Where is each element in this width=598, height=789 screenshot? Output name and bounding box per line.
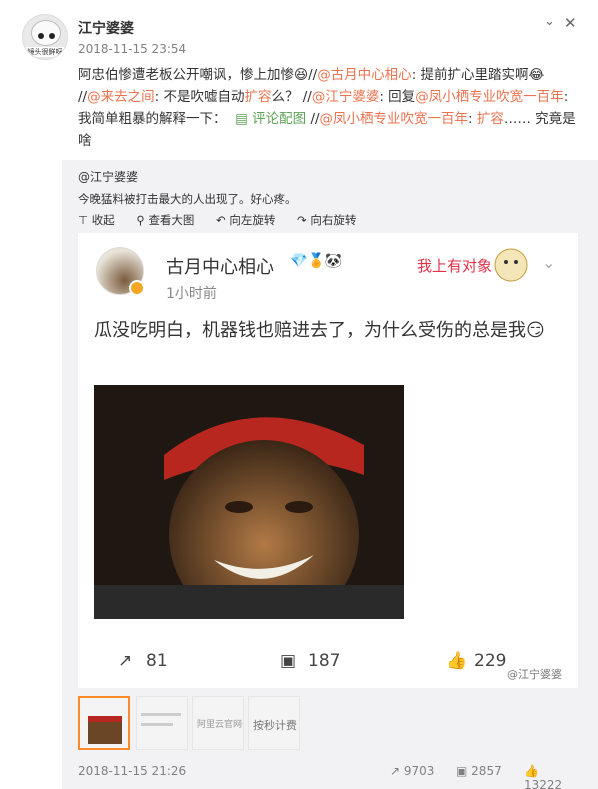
rotate-left-label: 向左旋转 xyxy=(229,213,276,227)
rotate-right-button[interactable]: ↷ 向右旋转 xyxy=(297,213,356,227)
post-text-segment: : 不是吹嘘自动 xyxy=(154,89,245,105)
thumbs-up-icon: 👍 xyxy=(446,651,468,671)
mention-link[interactable]: @江宁婆婆 xyxy=(312,89,380,105)
smirk-emoji-icon: 😏 xyxy=(526,320,545,341)
post-text-segment: 阿忠伯惨遭老板公开嘲讽，惨上加惨 xyxy=(78,67,294,83)
close-icon[interactable]: ✕ xyxy=(564,14,577,32)
rotate-left-icon: ↶ xyxy=(216,213,226,227)
embedded-comments: 187 xyxy=(308,651,341,671)
thumbnail[interactable] xyxy=(136,696,188,750)
view-large-button[interactable]: ⚲ 查看大图 xyxy=(136,213,194,227)
footer-timestamp[interactable]: 2018-11-15 21:26 xyxy=(78,764,186,778)
post-text-segment: // xyxy=(78,89,88,105)
thumbnail-photo xyxy=(88,716,122,744)
comment-button[interactable]: ▣ 2857 xyxy=(456,764,502,778)
post-header: 镜头很鲜呀 江宁婆婆 2018-11-15 23:54 ⌄ ✕ xyxy=(22,14,582,64)
comment-image-link[interactable]: 评论配图 xyxy=(252,111,306,127)
sticker-image: 我上有对象 xyxy=(417,248,528,282)
thumbnail-label: 阿里云官网去 xyxy=(197,720,243,730)
eye-icon xyxy=(38,33,44,39)
collapse-button[interactable]: ⊤ 收起 xyxy=(78,213,115,227)
thumbnail[interactable]: 按秒计费 xyxy=(248,696,300,750)
username[interactable]: 江宁婆婆 xyxy=(78,18,134,38)
thumbnail[interactable] xyxy=(78,696,130,750)
medal-icon: 🏅 xyxy=(307,253,325,269)
embedded-likes: 229 xyxy=(474,651,507,671)
diamond-vip-icon: 💎 xyxy=(290,253,308,269)
comment-icon: ▣ xyxy=(456,764,468,778)
embedded-post-image[interactable]: 古月中心相心 💎🏅🐼 1小时前 我上有对象 ⌄ 瓜没吃明白，机器钱也赔进去了，为… xyxy=(78,233,578,688)
chevron-down-icon[interactable]: ⌄ xyxy=(544,14,555,29)
thumbnail-label: 按秒计费 xyxy=(253,719,297,732)
post-text-segment: : 提前扩心里踏实啊 xyxy=(411,67,529,83)
repost-button[interactable]: ↗ 9703 xyxy=(390,764,434,778)
comment-icon: ▣ xyxy=(280,651,297,671)
thumbnail[interactable]: 阿里云官网去 xyxy=(192,696,244,750)
embedded-text: 瓜没吃明白，机器钱也赔进去了，为什么受伤的总是我😏 xyxy=(94,315,564,346)
embedded-time: 1小时前 xyxy=(166,286,217,302)
mention-link[interactable]: @凤小栖专业吹宽一百年 xyxy=(415,89,564,105)
share-icon: ↗ xyxy=(118,651,133,671)
thumbnail-line xyxy=(141,713,181,716)
rotate-right-label: 向右旋转 xyxy=(310,213,357,227)
laugh-emoji-icon: 😆 xyxy=(294,67,309,83)
panda-icon: 🐼 xyxy=(324,253,343,269)
embedded-avatar xyxy=(96,247,145,296)
image-icon: ▤ xyxy=(230,111,253,127)
like-button[interactable]: 👍 13222 xyxy=(524,764,578,789)
zoom-icon: ⚲ xyxy=(136,213,145,227)
watermark: @江宁婆婆 xyxy=(507,668,562,681)
rotate-left-button[interactable]: ↶ 向左旋转 xyxy=(216,213,275,227)
verified-badge-icon xyxy=(129,280,145,296)
embedded-reposts: 81 xyxy=(146,651,168,671)
repost-card: @江宁婆婆 今晚猛料被打击最大的人出现了。好心疼。 ⊤ 收起 ⚲ 查看大图 ↶ … xyxy=(62,160,598,789)
share-icon: ↗ xyxy=(390,764,401,778)
image-toolbar: ⊤ 收起 ⚲ 查看大图 ↶ 向左旋转 ↷ 向右旋转 xyxy=(78,212,374,228)
post-text-segment: // xyxy=(308,67,318,83)
repost-text: 今晚猛料被打击最大的人出现了。好心疼。 xyxy=(78,192,297,206)
meme-photo xyxy=(94,385,404,619)
like-count: 13222 xyxy=(524,778,563,789)
keyword-highlight: 扩容 xyxy=(244,89,272,105)
eye-icon xyxy=(49,33,55,39)
mention-link[interactable]: @来去之间 xyxy=(87,89,155,105)
chevron-down-icon: ⌄ xyxy=(542,253,556,272)
avatar-caption: 镜头很鲜呀 xyxy=(23,47,67,57)
mention-link[interactable]: @凤小栖专业吹宽一百年 xyxy=(320,111,469,127)
comment-count: 2857 xyxy=(471,764,502,778)
repost-author[interactable]: @江宁婆婆 xyxy=(78,168,138,185)
user-avatar[interactable]: 镜头很鲜呀 xyxy=(22,14,68,60)
embedded-stats: ↗ 81 ▣ 187 👍 229 xyxy=(78,651,578,681)
rotate-right-icon: ↷ xyxy=(297,213,307,227)
keyword-highlight: 扩容 xyxy=(476,111,504,127)
collapse-label: 收起 xyxy=(91,213,115,227)
post-timestamp[interactable]: 2018-11-15 23:54 xyxy=(78,42,186,56)
view-large-label: 查看大图 xyxy=(148,213,195,227)
embedded-username: 古月中心相心 xyxy=(166,257,274,278)
panda-face-icon xyxy=(31,20,61,46)
embedded-text-body: 瓜没吃明白，机器钱也赔进去了，为什么受伤的总是我 xyxy=(94,320,526,341)
mention-link[interactable]: @古月中心相心 xyxy=(317,67,412,83)
collapse-icon: ⊤ xyxy=(78,213,89,227)
post-text-segment: 么？ // xyxy=(271,89,312,105)
thumbnail-line xyxy=(141,723,173,726)
sticker-text: 我上有对象 xyxy=(417,257,492,275)
thumbs-up-icon: 👍 xyxy=(524,764,539,778)
repost-count: 9703 xyxy=(403,764,435,778)
cry-laugh-emoji-icon: 😂 xyxy=(528,67,545,83)
post-text-segment: : 回复 xyxy=(379,89,416,105)
post-text-segment: // xyxy=(310,111,320,127)
user-badges: 💎🏅🐼 xyxy=(290,253,342,269)
post-text: 阿忠伯惨遭老板公开嘲讽，惨上加惨😆//@古月中心相心: 提前扩心里踏实啊😂 //… xyxy=(78,64,578,152)
post-text-segment: : xyxy=(468,111,477,127)
